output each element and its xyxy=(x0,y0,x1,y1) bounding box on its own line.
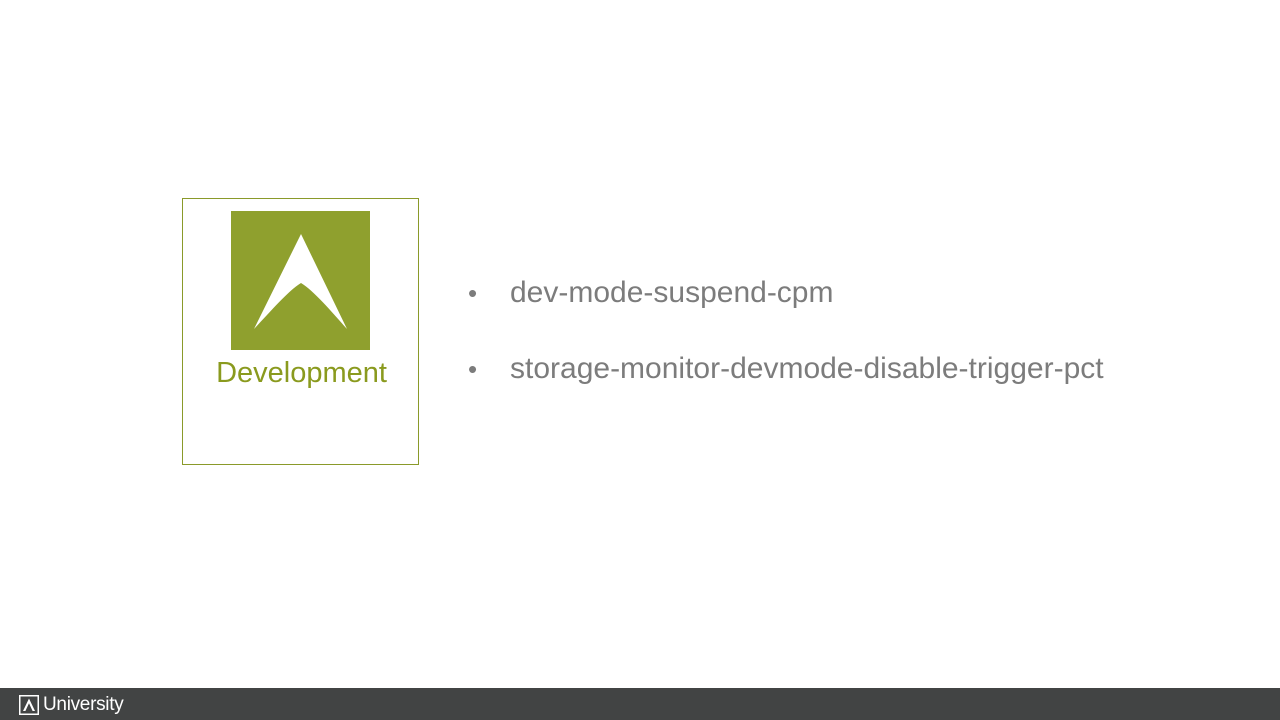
development-card: Development xyxy=(182,198,419,465)
bullet-list: • dev-mode-suspend-cpm • storage-monitor… xyxy=(468,275,1104,427)
bullet-marker: • xyxy=(468,354,478,384)
slide: Development • dev-mode-suspend-cpm • sto… xyxy=(0,0,1280,720)
bullet-marker: • xyxy=(468,278,478,308)
brand-text: University xyxy=(43,694,124,715)
a-logo-icon xyxy=(19,695,39,715)
footer-bar: University xyxy=(0,688,1280,720)
card-label: Development xyxy=(216,357,387,389)
bullet-text: dev-mode-suspend-cpm xyxy=(510,276,834,309)
bullet-text: storage-monitor-devmode-disable-trigger-… xyxy=(510,352,1104,385)
arrow-a-logo-icon xyxy=(231,211,370,350)
list-item: • dev-mode-suspend-cpm xyxy=(468,275,1104,311)
footer-logo: University xyxy=(19,694,124,716)
list-item: • storage-monitor-devmode-disable-trigge… xyxy=(468,351,1104,387)
